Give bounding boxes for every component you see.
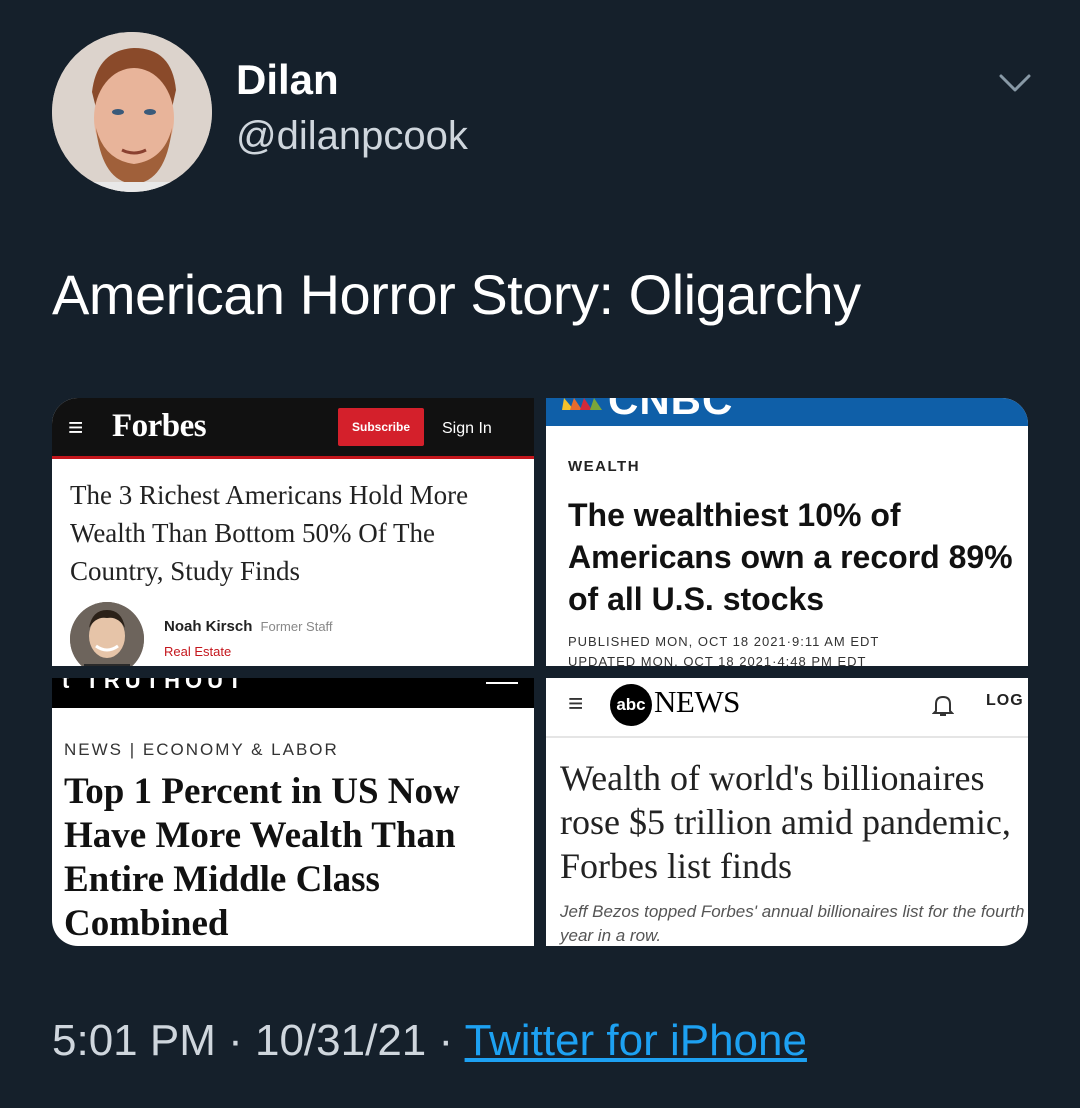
- truthout-logo-mark: t: [62, 678, 75, 693]
- tweet-date[interactable]: 10/31/21: [255, 1016, 426, 1065]
- cnbc-logo: CNBC: [608, 398, 734, 423]
- media-image-abc[interactable]: ≡ abc NEWS LOG Wealth of world's billion…: [546, 678, 1028, 946]
- tweet-source-link[interactable]: Twitter for iPhone: [465, 1016, 807, 1065]
- author-name: Noah Kirsch Former Staff: [164, 618, 333, 635]
- media-image-forbes[interactable]: ≡ Forbes Subscribe Sign In The 3 Richest…: [52, 398, 534, 666]
- forbes-logo: Forbes: [112, 408, 207, 444]
- abc-logo-text: NEWS: [654, 684, 740, 719]
- truthout-header: t TRUTHOUT: [52, 678, 534, 708]
- truthout-logo-text: TRUTHOUT: [85, 678, 247, 693]
- updated-date: UPDATED MON, OCT 18 2021·4:48 PM EDT: [568, 654, 867, 666]
- tweet-timestamp: 5:01 PM · 10/31/21 · Twitter for iPhone: [52, 1016, 807, 1066]
- abc-dek: Jeff Bezos topped Forbes' annual billion…: [560, 902, 1025, 945]
- author-role: Former Staff: [260, 619, 333, 634]
- media-image-cnbc[interactable]: CNBC WEALTH The wealthiest 10% of Americ…: [546, 398, 1028, 666]
- cnbc-kicker: WEALTH: [568, 458, 641, 475]
- separator: ·: [215, 1016, 255, 1065]
- cnbc-peacock-icon: [562, 398, 602, 410]
- avatar[interactable]: [52, 32, 212, 192]
- display-name[interactable]: Dilan: [236, 56, 339, 104]
- menu-icon: ≡: [568, 688, 584, 718]
- media-image-truthout[interactable]: t TRUTHOUT NEWS | ECONOMY & LABOR Top 1 …: [52, 678, 534, 946]
- bell-icon: [932, 695, 954, 716]
- forbes-headline: The 3 Richest Americans Hold More Wealth…: [70, 480, 469, 586]
- truthout-logo: t TRUTHOUT: [62, 678, 246, 694]
- subscribe-button: Subscribe: [338, 408, 424, 446]
- media-grid[interactable]: ≡ Forbes Subscribe Sign In The 3 Richest…: [52, 398, 1028, 946]
- forbes-header: ≡ Forbes Subscribe Sign In: [52, 398, 534, 459]
- user-handle[interactable]: @dilanpcook: [236, 114, 468, 159]
- author-name-text: Noah Kirsch: [164, 618, 253, 635]
- menu-icon: [486, 682, 518, 684]
- published-date: PUBLISHED MON, OCT 18 2021·9:11 AM EDT: [568, 634, 880, 649]
- abc-headline: Wealth of world's billionaires rose $5 t…: [560, 758, 1011, 886]
- separator: ·: [426, 1016, 465, 1065]
- cnbc-header: CNBC: [546, 398, 1028, 426]
- avatar-image: [52, 32, 212, 192]
- chevron-down-icon[interactable]: [998, 72, 1032, 94]
- article-topic: Real Estate: [164, 644, 232, 659]
- login-link: LOG: [986, 692, 1024, 709]
- abc-logo-circle: abc: [610, 684, 652, 726]
- tweet-time[interactable]: 5:01 PM: [52, 1016, 216, 1065]
- truthout-headline: Top 1 Percent in US Now Have More Wealth…: [64, 771, 460, 944]
- sign-in-link: Sign In: [442, 420, 492, 437]
- truthout-kicker: NEWS | ECONOMY & LABOR: [64, 740, 339, 759]
- divider: [546, 736, 1028, 738]
- author-avatar: [70, 602, 144, 666]
- menu-icon: ≡: [68, 412, 84, 442]
- tweet-text: American Horror Story: Oligarchy: [52, 263, 861, 326]
- cnbc-headline: The wealthiest 10% of Americans own a re…: [568, 497, 1013, 617]
